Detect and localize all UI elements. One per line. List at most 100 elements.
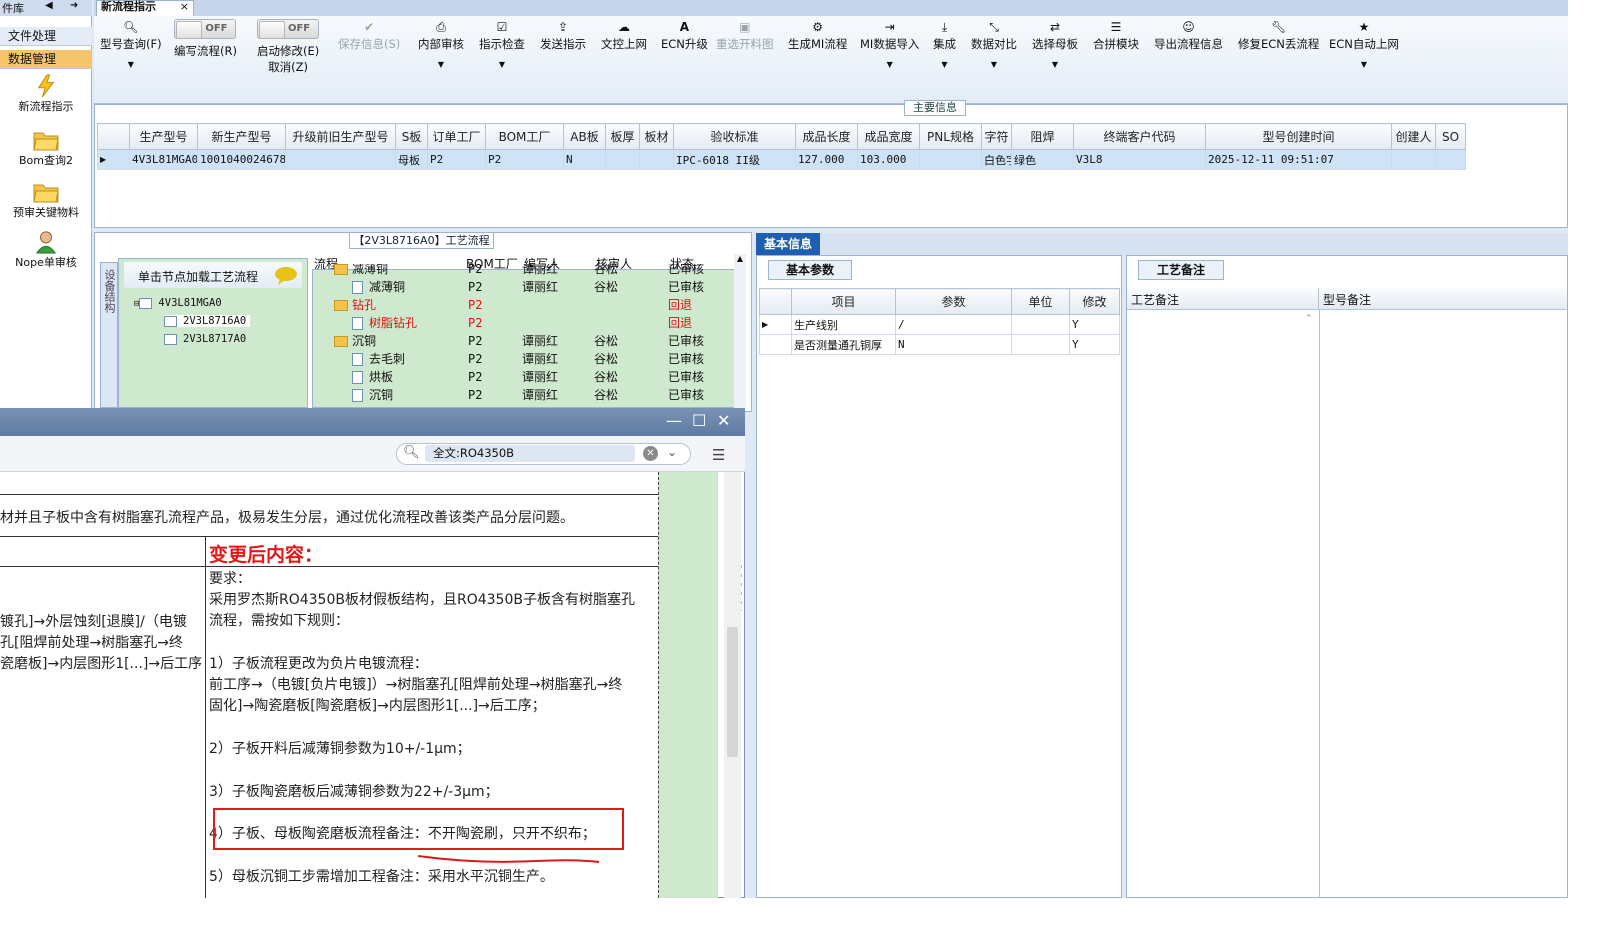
sidebar-tab-data[interactable]: 数据管理: [0, 50, 92, 69]
tab-basic-info[interactable]: 基本信息: [756, 233, 820, 255]
save-info-button[interactable]: ✔ 保存信息(S): [338, 20, 400, 52]
process-row[interactable]: 减薄铜 P2 谭丽红 谷松 已审核: [312, 264, 734, 278]
col-header[interactable]: AB板: [563, 123, 606, 150]
param-cell[interactable]: Y: [1069, 314, 1120, 335]
table-cell[interactable]: P2: [427, 149, 486, 170]
table-cell[interactable]: [605, 149, 640, 170]
chevron-down-icon[interactable]: ▼: [1032, 60, 1078, 69]
col-header[interactable]: S板: [395, 123, 428, 150]
toggle-switch[interactable]: OFF: [174, 19, 237, 39]
param-cell[interactable]: [1011, 334, 1070, 355]
chevron-down-icon[interactable]: ▼: [479, 60, 525, 69]
mi-import-button[interactable]: ⇥ MI数据导入 ▼: [860, 20, 919, 69]
sidebar-item-new-flow[interactable]: 新流程指示: [0, 74, 92, 114]
process-row[interactable]: 树脂钻孔 P2 回退: [312, 314, 734, 332]
param-row[interactable]: ▶ 生产线别 / Y: [759, 314, 1120, 335]
col-header[interactable]: 订单工厂: [427, 123, 486, 150]
table-cell[interactable]: 母板: [395, 149, 428, 170]
close-icon[interactable]: ✕: [717, 411, 730, 430]
param-cell[interactable]: /: [895, 314, 1012, 335]
table-cell[interactable]: [919, 149, 982, 170]
sidebar-item-nope-review[interactable]: Nope单审核: [0, 230, 92, 270]
table-cell[interactable]: 4V3L81MGA0: [129, 149, 198, 170]
ecn-auto-online-button[interactable]: ★ ECN自动上网 ▼: [1329, 20, 1399, 69]
col-header[interactable]: PNL规格: [919, 123, 982, 150]
tree-header[interactable]: 单击节点加载工艺流程: [124, 262, 302, 288]
process-row[interactable]: 烘板 P2 谭丽红 谷松 已审核: [312, 368, 734, 386]
select-mother-board-button[interactable]: ⇄ 选择母板 ▼: [1032, 20, 1078, 69]
table-cell[interactable]: IPC-6018 II级: [673, 149, 796, 170]
internal-review-button[interactable]: ⎙ 内部审核 ▼: [418, 20, 464, 69]
table-cell[interactable]: [1391, 149, 1436, 170]
model-query-button[interactable]: 🔍︎ 型号查询(F) ▼: [100, 20, 162, 69]
process-row[interactable]: 去毛刺 P2 谭丽红 谷松 已审核: [312, 350, 734, 368]
integrate-button[interactable]: ⤓ 集成 ▼: [933, 20, 956, 69]
col-header[interactable]: 终端客户代码: [1073, 123, 1206, 150]
table-cell[interactable]: 2025-12-11 09:51:07: [1205, 149, 1392, 170]
document-scrollbar[interactable]: [724, 472, 741, 898]
tab-process-notes[interactable]: 工艺备注: [1138, 260, 1224, 280]
param-cell[interactable]: [1011, 314, 1070, 335]
table-cell[interactable]: 10010400246781: [197, 149, 286, 170]
col-header[interactable]: 创建人: [1391, 123, 1436, 150]
edit-flow-toggle[interactable]: OFF 编写流程(R): [174, 15, 237, 59]
menu-icon[interactable]: ☰: [712, 446, 725, 464]
process-row[interactable]: 钻孔 P2 回退: [312, 296, 734, 314]
col-header[interactable]: 成品宽度: [857, 123, 920, 150]
table-row[interactable]: ▶ 4V3L81MGA0 10010400246781 母板 P2 P2 N IPC-6018…: [97, 149, 1466, 170]
chevron-down-icon[interactable]: ▼: [860, 60, 919, 69]
sidebar-tab-file[interactable]: 文件处理: [0, 27, 92, 46]
table-cell[interactable]: [1435, 149, 1466, 170]
export-flow-button[interactable]: ☺ 导出流程信息: [1154, 20, 1223, 52]
toggle-switch[interactable]: OFF: [257, 19, 320, 39]
minimize-icon[interactable]: —: [666, 411, 682, 430]
reselect-cutting-button[interactable]: ▣ 重选开料图: [716, 20, 774, 52]
col-modify[interactable]: 修改: [1069, 288, 1120, 315]
col-header[interactable]: 升级前旧生产型号: [285, 123, 396, 150]
param-cell[interactable]: N: [895, 334, 1012, 355]
send-instruction-button[interactable]: ⇪ 发送指示: [540, 20, 586, 52]
col-header[interactable]: 阻焊: [1011, 123, 1074, 150]
table-cell[interactable]: 127.000: [795, 149, 858, 170]
table-cell[interactable]: N: [563, 149, 606, 170]
col-param[interactable]: 参数: [895, 288, 1012, 315]
process-row[interactable]: 减薄铜 P2 谭丽红 谷松 已审核: [312, 278, 734, 296]
col-model-note[interactable]: 型号备注: [1319, 288, 1567, 310]
side-tab-structure[interactable]: 设备结构: [100, 262, 118, 408]
param-cell[interactable]: 是否测量通孔铜厚: [791, 334, 896, 355]
search-query-chip[interactable]: 全文:RO4350B: [425, 445, 635, 462]
table-cell[interactable]: 绿色: [1011, 149, 1074, 170]
col-header[interactable]: SO: [1435, 123, 1466, 150]
close-icon[interactable]: ×: [180, 1, 189, 13]
scrollbar-thumb[interactable]: [727, 627, 738, 757]
col-header[interactable]: 字符: [981, 123, 1012, 150]
table-cell[interactable]: 103.000: [857, 149, 920, 170]
sidebar-item-prereview[interactable]: 预审关键物料: [0, 180, 92, 220]
doc-online-button[interactable]: ☁ 文控上网: [601, 20, 647, 52]
maximize-icon[interactable]: ☐: [692, 411, 706, 430]
param-cell[interactable]: 生产线别: [791, 314, 896, 335]
pin-icon[interactable]: ➜: [70, 0, 78, 11]
cancel-label[interactable]: 取消(Z): [268, 60, 308, 74]
col-header[interactable]: 生产型号: [129, 123, 198, 150]
tree-node-child-1[interactable]: 2V3L8716A0: [164, 315, 251, 327]
repair-ecn-button[interactable]: 🔧︎ 修复ECN丢流程: [1238, 20, 1319, 52]
col-header[interactable]: BOM工厂: [485, 123, 564, 150]
ecn-upgrade-button[interactable]: A ECN升级: [661, 20, 708, 52]
chevron-down-icon[interactable]: ▼: [1329, 60, 1399, 69]
tree-node-child-2[interactable]: 2V3L8717A0: [164, 333, 246, 345]
chevron-down-icon[interactable]: ▼: [971, 60, 1017, 69]
start-edit-toggle[interactable]: OFF 启动修改(E) 取消(Z): [257, 15, 319, 75]
col-header[interactable]: 板厚: [605, 123, 640, 150]
table-cell[interactable]: P2: [485, 149, 564, 170]
chevron-down-icon[interactable]: ▼: [418, 60, 464, 69]
scroll-up-icon[interactable]: ⌃: [1305, 314, 1313, 324]
table-cell[interactable]: 白色字符: [981, 149, 1012, 170]
table-cell[interactable]: V3L8: [1073, 149, 1206, 170]
clear-icon[interactable]: ✕: [643, 446, 658, 461]
instruction-check-button[interactable]: ☑ 指示检查 ▼: [479, 20, 525, 69]
data-compare-button[interactable]: ⤡ 数据对比 ▼: [971, 20, 1017, 69]
param-row[interactable]: 是否测量通孔铜厚 N Y: [759, 334, 1120, 355]
document-titlebar[interactable]: [0, 408, 745, 436]
param-cell[interactable]: Y: [1069, 334, 1120, 355]
